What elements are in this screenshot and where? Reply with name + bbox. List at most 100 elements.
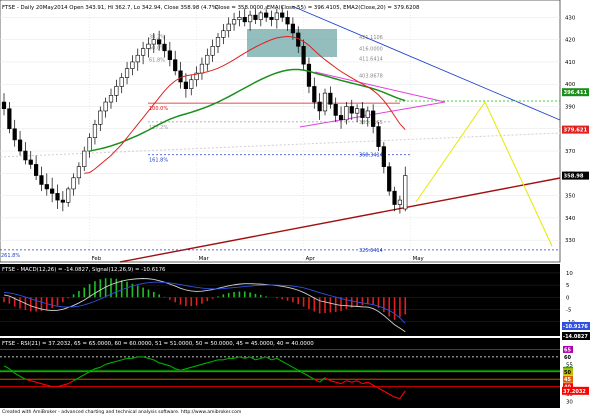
candle-body (167, 50, 172, 61)
candle-body (55, 193, 60, 201)
candle-body (328, 92, 333, 105)
fib-level-value: 368.3414 (359, 153, 383, 159)
price-tick-label: 420 (565, 38, 576, 44)
macd-tick-label: 10 (566, 271, 573, 277)
candle-body (231, 19, 237, 25)
macd-panel-label: FTSE - MACD(12,26) = -14.0827, Signal(12… (2, 267, 166, 273)
fib-level-value: 403.8678 (359, 74, 383, 80)
candle-body (215, 37, 221, 47)
candle-body (258, 12, 263, 20)
candle-body (130, 61, 135, 69)
candle-body (290, 23, 296, 34)
price-tick-label: 330 (565, 238, 576, 244)
rsi-y-axis: 656051504540303555 (563, 345, 573, 406)
candle-body (135, 54, 140, 63)
candle-body (226, 23, 231, 32)
macd-tick-label: -5 (566, 308, 571, 314)
candle-body (306, 63, 312, 87)
candle-body (66, 188, 71, 203)
candle-body (199, 63, 205, 74)
month-label: Feb (92, 256, 102, 262)
candle-body (103, 101, 108, 112)
fib-level-value: 416.0000 (359, 47, 383, 53)
candle-body (248, 14, 253, 23)
fib-level-value: 325.6414 (359, 248, 383, 254)
candle-body (71, 177, 76, 190)
rsi-value-tags: 37.2032 (562, 386, 589, 395)
candle-body (403, 175, 408, 210)
candle-body (301, 46, 306, 65)
candle-body (146, 43, 151, 49)
chart-header-ema: Close = 358.0000, EMA(Close,55) = 396.41… (215, 5, 420, 11)
month-label: Mar (199, 256, 210, 262)
candle-body (381, 146, 386, 167)
candle-body (108, 95, 114, 103)
candle-body (173, 59, 178, 72)
candle-body (178, 70, 183, 83)
fib-retrace-label: 61.8% (149, 57, 165, 63)
stock-chart: 330340350360370380390400410420430 FebMar… (0, 0, 590, 415)
fib-level-value: 411.6414 (359, 56, 383, 62)
candle-body (98, 110, 103, 125)
rsi-tag-value: 37.2032 (563, 389, 586, 395)
macd-y-axis: 1050-5-10 (566, 271, 575, 326)
rsi-tick-label: 30 (566, 400, 573, 406)
macd-tag-value: -10.9176 (563, 324, 588, 330)
month-label: May (413, 256, 425, 262)
rsi-tick-label: 55 (566, 362, 573, 368)
candle-body (371, 110, 376, 127)
candle-body (92, 124, 98, 138)
candle-body (269, 17, 274, 20)
macd-value-tags: -10.9176 -14.0827 (562, 322, 590, 340)
candle-body (312, 86, 317, 103)
candle-body (50, 188, 55, 194)
candle-body (189, 79, 194, 89)
candle-body (237, 17, 242, 20)
candle-body (253, 14, 258, 20)
candle-body (162, 43, 167, 52)
fib-level-value: 421.1106 (359, 35, 383, 41)
candle-body (317, 101, 322, 112)
candle-body (285, 17, 290, 25)
candle-body (333, 103, 338, 116)
macd-tick-label: 0 (566, 295, 570, 301)
price-tag-value: 396.411 (564, 90, 588, 96)
candle-body (221, 30, 226, 38)
candle-body (280, 12, 285, 18)
candle-body (242, 17, 247, 23)
candle-body (338, 115, 344, 121)
candle-body (28, 159, 33, 165)
price-tick-label: 340 (565, 216, 576, 222)
fib-level-label: 261.8% (1, 253, 20, 259)
fib-level-label: 161.8% (149, 158, 168, 164)
candle-body (87, 137, 92, 152)
candle-body (210, 46, 215, 56)
candle-body (274, 12, 279, 20)
rsi-level-value: 45 (564, 377, 571, 383)
price-tick-label: 400 (565, 82, 576, 88)
candle-body (151, 39, 156, 45)
candle-body (397, 199, 403, 205)
candle-body (183, 81, 189, 89)
price-tag-value: 379.621 (564, 128, 588, 134)
rsi-level-value: 65 (564, 347, 571, 353)
price-tick-label: 370 (565, 149, 576, 155)
candle-body (124, 68, 130, 78)
candle-body (76, 166, 81, 179)
candle-body (82, 150, 87, 167)
month-label: Apr (306, 256, 316, 262)
price-tick-label: 410 (565, 60, 576, 66)
price-tick-label: 350 (565, 194, 576, 200)
price-value-tags: 396.411 379.621 358.98 (562, 88, 589, 180)
candle-body (360, 108, 365, 118)
price-tick-label: 390 (565, 104, 576, 110)
candle-body (7, 108, 12, 130)
macd-tag-value: -14.0827 (563, 334, 588, 340)
candle-body (157, 39, 162, 45)
candle-body (114, 86, 119, 96)
candle-body (387, 166, 392, 192)
candle-body (33, 164, 39, 176)
candle-body (12, 128, 17, 141)
candle-body (23, 150, 28, 161)
candle-body (60, 199, 65, 203)
